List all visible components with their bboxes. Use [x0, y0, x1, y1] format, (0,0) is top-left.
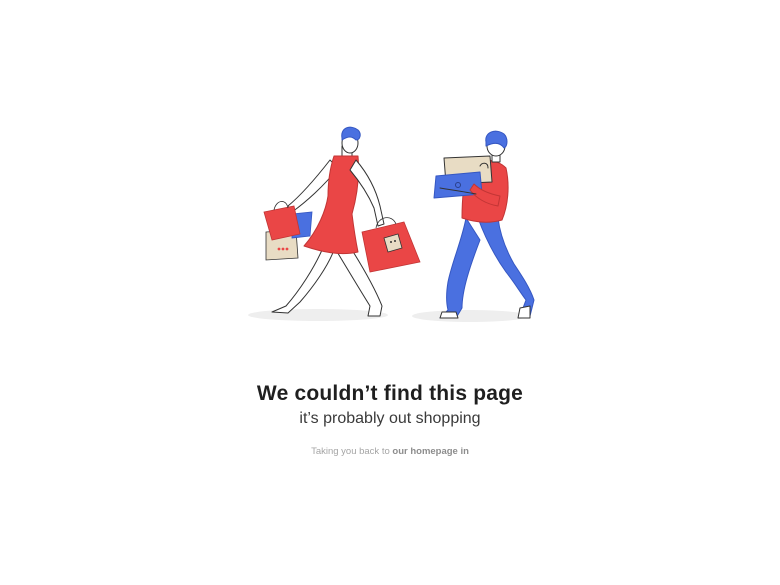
man-ground-shadow	[412, 310, 528, 322]
redirect-message: Taking you back to our homepage in	[0, 446, 780, 457]
right-shopping-bag	[361, 217, 421, 273]
left-shopping-bags	[263, 201, 313, 261]
man-figure	[433, 130, 535, 319]
woman-ground-shadow	[248, 309, 388, 321]
homepage-link[interactable]: our homepage in	[392, 446, 469, 457]
not-found-page: We couldn’t find this page it’s probably…	[0, 0, 780, 585]
page-title: We couldn’t find this page	[256, 382, 524, 405]
shopping-illustration	[248, 126, 535, 322]
page-subtitle: it’s probably out shopping	[299, 410, 481, 427]
redirect-prefix-text: Taking you back to	[311, 446, 393, 457]
